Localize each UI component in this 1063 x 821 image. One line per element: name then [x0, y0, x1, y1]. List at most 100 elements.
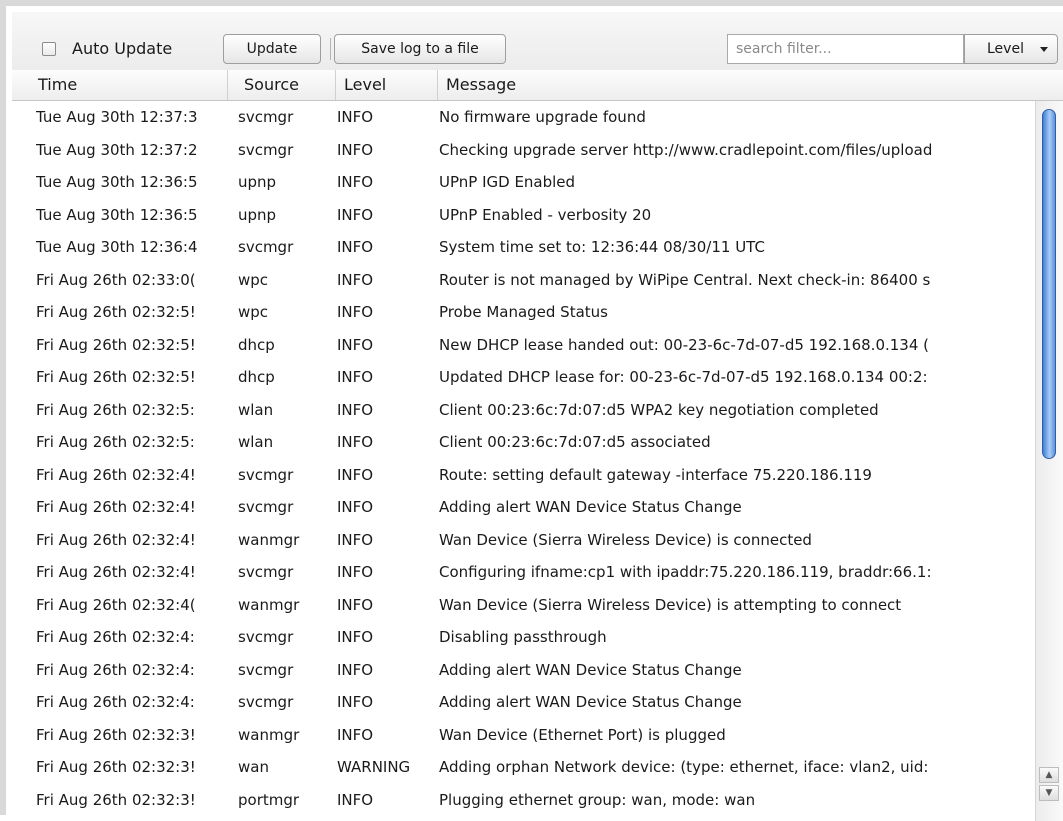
row-message: Route: setting default gateway -interfac… — [439, 465, 872, 484]
row-message: Wan Device (Sierra Wireless Device) is c… — [439, 530, 812, 549]
row-level: INFO — [337, 530, 374, 549]
table-row[interactable]: Fri Aug 26th 02:32:3! wanmgr INFO Wan Devic… — [12, 719, 1036, 752]
level-dropdown[interactable]: Level — [964, 34, 1058, 64]
row-level: INFO — [337, 660, 374, 679]
row-source: dhcp — [238, 335, 275, 354]
table-row[interactable]: Tue Aug 30th 12:36:4 svcmgr INFO System tim… — [12, 231, 1036, 264]
row-message: UPnP Enabled - verbosity 20 — [439, 205, 652, 224]
table-row[interactable]: Tue Aug 30th 12:37:3 svcmgr INFO No firmwar… — [12, 101, 1036, 134]
row-message: Plugging ethernet group: wan, mode: wan — [439, 790, 756, 809]
row-level: INFO — [337, 790, 374, 809]
row-source: wlan — [238, 400, 274, 419]
row-level: INFO — [337, 725, 374, 744]
row-level: INFO — [337, 400, 374, 419]
row-source: portmgr — [238, 790, 300, 809]
column-header-time[interactable]: Time — [30, 70, 228, 100]
row-source: wpc — [238, 303, 269, 321]
row-time: Fri Aug 26th 02:32:4( — [36, 595, 196, 614]
row-source: svcmgr — [238, 563, 294, 581]
scroll-down-arrow-icon[interactable]: ▼ — [1039, 785, 1059, 801]
log-viewer: Auto Update Update Save log to a file Le… — [0, 0, 1063, 821]
table-row[interactable]: Tue Aug 30th 12:36:5 upnp INFO UPnP IGD Ena… — [12, 166, 1036, 199]
chevron-down-icon — [1040, 47, 1048, 52]
row-source: dhcp — [238, 368, 275, 386]
table-row[interactable]: Fri Aug 26th 02:33:0(wpc INFO Router is no… — [12, 264, 1036, 297]
row-source: svcmgr — [238, 660, 294, 679]
row-time: Fri Aug 26th 02:32:3! — [36, 758, 196, 776]
row-source: svcmgr — [238, 693, 294, 711]
row-time: Tue Aug 30th 12:37:2 — [36, 140, 198, 159]
table-row[interactable]: Fri Aug 26th 02:32:5! dhcp INFO Updated DHC… — [12, 361, 1036, 394]
column-header-source[interactable]: Source — [236, 70, 336, 100]
row-time: Tue Aug 30th 12:37:3 — [36, 108, 198, 126]
update-button[interactable]: Update — [223, 34, 321, 64]
row-message: Client 00:23:6c:7d:07:d5 WPA2 key negoti… — [439, 400, 879, 419]
row-message: UPnP IGD Enabled — [439, 173, 576, 191]
row-level: WARNING — [337, 758, 411, 776]
row-message: Wan Device (Sierra Wireless Device) is a… — [439, 595, 902, 614]
row-source: svcmgr — [238, 108, 294, 126]
row-time: Fri Aug 26th 02:32:5! — [36, 335, 196, 354]
row-message: Configuring ifname:cp1 with ipaddr:75.22… — [439, 563, 932, 581]
row-source: wan — [238, 758, 269, 776]
table-row[interactable]: Tue Aug 30th 12:37:2 svcmgr INFO Checking u… — [12, 134, 1036, 167]
row-message: Adding alert WAN Device Status Change — [439, 660, 742, 679]
table-row[interactable]: Fri Aug 26th 02:32:3! wan WARNING Adding or… — [12, 751, 1036, 784]
row-source: wanmgr — [238, 530, 300, 549]
row-message: Checking upgrade server http://www.cradl… — [439, 140, 933, 159]
row-message: No firmware upgrade found — [439, 108, 646, 126]
row-level: INFO — [337, 205, 374, 224]
toolbar-divider — [330, 38, 331, 60]
table-row[interactable]: Fri Aug 26th 02:32:4: svcmgr INFO Adding al… — [12, 654, 1036, 687]
row-level: INFO — [337, 498, 374, 516]
row-message: New DHCP lease handed out: 00-23-6c-7d-0… — [439, 335, 930, 354]
table-row[interactable]: Fri Aug 26th 02:32:4: svcmgr INFO Disabling… — [12, 621, 1036, 654]
row-level: INFO — [337, 335, 374, 354]
row-level: INFO — [337, 108, 374, 126]
row-time: Fri Aug 26th 02:32:5! — [36, 368, 196, 386]
row-level: INFO — [337, 270, 374, 289]
row-level: INFO — [337, 173, 374, 191]
auto-update-checkbox[interactable] — [42, 41, 56, 56]
row-time: Fri Aug 26th 02:32:3! — [36, 725, 196, 744]
table-row[interactable]: Tue Aug 30th 12:36:5 upnp INFO UPnP Enabled… — [12, 199, 1036, 232]
row-source: svcmgr — [238, 465, 294, 484]
table-row[interactable]: Fri Aug 26th 02:32:5: wlan INFO Client 00:2… — [12, 426, 1036, 459]
table-row[interactable]: Fri Aug 26th 02:32:5: wlan INFO Client 00:2… — [12, 394, 1036, 427]
column-header-message[interactable]: Message — [438, 70, 1063, 100]
table-row[interactable]: Fri Aug 26th 02:32:4! svcmgr INFO Configuri… — [12, 556, 1036, 589]
row-time: Fri Aug 26th 02:32:5: — [36, 400, 195, 419]
table-row[interactable]: Fri Aug 26th 02:32:4! wanmgr INFO Wan Devic… — [12, 524, 1036, 557]
scroll-up-arrow-icon[interactable]: ▲ — [1039, 767, 1059, 783]
column-header-level[interactable]: Level — [336, 70, 438, 100]
table-row[interactable]: Fri Aug 26th 02:32:4: svcmgr INFO Adding al… — [12, 686, 1036, 719]
save-log-button[interactable]: Save log to a file — [334, 34, 506, 64]
row-level: INFO — [337, 465, 374, 484]
scrollbar-thumb[interactable] — [1042, 109, 1056, 459]
row-level: INFO — [337, 140, 374, 159]
row-time: Fri Aug 26th 02:32:4! — [36, 498, 196, 516]
table-row[interactable]: Fri Aug 26th 02:32:4! svcmgr INFO Route: se… — [12, 459, 1036, 492]
table-row[interactable]: Fri Aug 26th 02:32:5! wpc INFO Probe Manage… — [12, 296, 1036, 329]
row-message: Adding alert WAN Device Status Change — [439, 693, 742, 711]
auto-update-toggle[interactable]: Auto Update — [42, 39, 172, 58]
row-time: Tue Aug 30th 12:36:5 — [36, 205, 198, 224]
row-level: INFO — [337, 368, 374, 386]
row-source: wlan — [238, 433, 274, 451]
log-toolbar: Auto Update Update Save log to a file Le… — [12, 12, 1063, 71]
row-source: svcmgr — [238, 628, 294, 646]
table-row[interactable]: Fri Aug 26th 02:32:4( wanmgr INFO Wan Devic… — [12, 589, 1036, 622]
search-filter-input[interactable] — [727, 34, 964, 64]
row-message: Probe Managed Status — [439, 303, 608, 321]
row-time: Tue Aug 30th 12:36:4 — [36, 238, 198, 256]
table-row[interactable]: Fri Aug 26th 02:32:3! portmgr INFO Plugging… — [12, 784, 1036, 817]
row-time: Fri Aug 26th 02:32:4: — [36, 628, 195, 646]
row-source: wanmgr — [238, 595, 300, 614]
row-message: Client 00:23:6c:7d:07:d5 associated — [439, 433, 711, 451]
table-row[interactable]: Fri Aug 26th 02:32:4! svcmgr INFO Adding al… — [12, 491, 1036, 524]
table-row[interactable]: Fri Aug 26th 02:32:5! dhcp INFO New DHCP le… — [12, 329, 1036, 362]
row-time: Tue Aug 30th 12:36:5 — [36, 173, 198, 191]
vertical-scrollbar[interactable]: ▲ ▼ — [1035, 101, 1063, 821]
row-source: wanmgr — [238, 725, 300, 744]
row-level: INFO — [337, 595, 374, 614]
